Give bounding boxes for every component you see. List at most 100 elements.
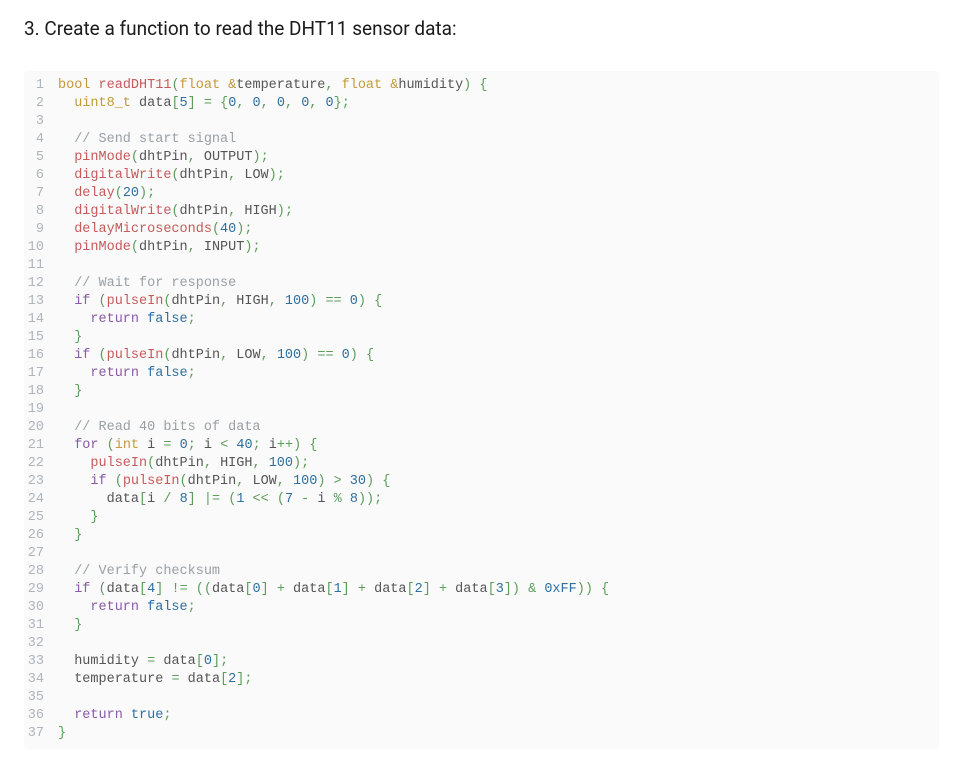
line-number: 21 — [24, 437, 58, 455]
line-number: 12 — [24, 275, 58, 293]
code-text: humidity = data[0]; — [58, 653, 939, 671]
line-number: 23 — [24, 473, 58, 491]
line-number: 34 — [24, 671, 58, 689]
line-number: 36 — [24, 707, 58, 725]
code-line: 2 uint8_t data[5] = {0, 0, 0, 0, 0}; — [24, 95, 939, 113]
line-number: 35 — [24, 689, 58, 707]
code-line: 36 return true; — [24, 707, 939, 725]
code-line: 33 humidity = data[0]; — [24, 653, 939, 671]
code-text — [58, 545, 939, 563]
line-number: 3 — [24, 113, 58, 131]
code-text: data[i / 8] |= (1 << (7 - i % 8)); — [58, 491, 939, 509]
code-line: 34 temperature = data[2]; — [24, 671, 939, 689]
code-line: 15 } — [24, 329, 939, 347]
line-number: 6 — [24, 167, 58, 185]
code-line: 10 pinMode(dhtPin, INPUT); — [24, 239, 939, 257]
line-number: 24 — [24, 491, 58, 509]
code-line: 29 if (data[4] != ((data[0] + data[1] + … — [24, 581, 939, 599]
code-text: for (int i = 0; i < 40; i++) { — [58, 437, 939, 455]
line-number: 30 — [24, 599, 58, 617]
line-number: 14 — [24, 311, 58, 329]
code-text: if (pulseIn(dhtPin, LOW, 100) == 0) { — [58, 347, 939, 365]
code-line: 22 pulseIn(dhtPin, HIGH, 100); — [24, 455, 939, 473]
code-text: return false; — [58, 599, 939, 617]
line-number: 20 — [24, 419, 58, 437]
code-line: 16 if (pulseIn(dhtPin, LOW, 100) == 0) { — [24, 347, 939, 365]
code-line: 26 } — [24, 527, 939, 545]
line-number: 25 — [24, 509, 58, 527]
code-line: 7 delay(20); — [24, 185, 939, 203]
code-line: 9 delayMicroseconds(40); — [24, 221, 939, 239]
line-number: 11 — [24, 257, 58, 275]
code-line: 21 for (int i = 0; i < 40; i++) { — [24, 437, 939, 455]
code-text: return false; — [58, 365, 939, 383]
code-text: if (pulseIn(dhtPin, LOW, 100) > 30) { — [58, 473, 939, 491]
line-number: 31 — [24, 617, 58, 635]
code-text: // Send start signal — [58, 131, 939, 149]
line-number: 32 — [24, 635, 58, 653]
line-number: 7 — [24, 185, 58, 203]
code-text: bool readDHT11(float &temperature, float… — [58, 77, 939, 95]
code-line: 27 — [24, 545, 939, 563]
code-line: 14 return false; — [24, 311, 939, 329]
code-line: 4 // Send start signal — [24, 131, 939, 149]
code-text: delay(20); — [58, 185, 939, 203]
code-text: pinMode(dhtPin, OUTPUT); — [58, 149, 939, 167]
code-text: return false; — [58, 311, 939, 329]
code-text: } — [58, 725, 939, 743]
line-number: 29 — [24, 581, 58, 599]
code-line: 5 pinMode(dhtPin, OUTPUT); — [24, 149, 939, 167]
code-line: 19 — [24, 401, 939, 419]
line-number: 10 — [24, 239, 58, 257]
line-number: 28 — [24, 563, 58, 581]
code-line: 12 // Wait for response — [24, 275, 939, 293]
code-text: if (pulseIn(dhtPin, HIGH, 100) == 0) { — [58, 293, 939, 311]
code-line: 24 data[i / 8] |= (1 << (7 - i % 8)); — [24, 491, 939, 509]
line-number: 18 — [24, 383, 58, 401]
line-number: 19 — [24, 401, 58, 419]
line-number: 17 — [24, 365, 58, 383]
code-line: 8 digitalWrite(dhtPin, HIGH); — [24, 203, 939, 221]
code-text — [58, 689, 939, 707]
code-text: // Read 40 bits of data — [58, 419, 939, 437]
code-text: pinMode(dhtPin, INPUT); — [58, 239, 939, 257]
code-line: 28 // Verify checksum — [24, 563, 939, 581]
code-line: 37} — [24, 725, 939, 743]
line-number: 13 — [24, 293, 58, 311]
code-text: } — [58, 509, 939, 527]
line-number: 16 — [24, 347, 58, 365]
line-number: 5 — [24, 149, 58, 167]
code-text: delayMicroseconds(40); — [58, 221, 939, 239]
code-line: 20 // Read 40 bits of data — [24, 419, 939, 437]
code-text: // Verify checksum — [58, 563, 939, 581]
code-line: 25 } — [24, 509, 939, 527]
code-block: 1bool readDHT11(float &temperature, floa… — [24, 71, 939, 749]
line-number: 8 — [24, 203, 58, 221]
code-line: 32 — [24, 635, 939, 653]
line-number: 33 — [24, 653, 58, 671]
line-number: 15 — [24, 329, 58, 347]
code-text: return true; — [58, 707, 939, 725]
code-text: if (data[4] != ((data[0] + data[1] + dat… — [58, 581, 939, 599]
line-number: 2 — [24, 95, 58, 113]
line-number: 26 — [24, 527, 58, 545]
code-text: digitalWrite(dhtPin, HIGH); — [58, 203, 939, 221]
code-line: 1bool readDHT11(float &temperature, floa… — [24, 77, 939, 95]
code-text: pulseIn(dhtPin, HIGH, 100); — [58, 455, 939, 473]
line-number: 9 — [24, 221, 58, 239]
code-line: 30 return false; — [24, 599, 939, 617]
line-number: 1 — [24, 77, 58, 95]
section-heading: 3. Create a function to read the DHT11 s… — [24, 16, 939, 43]
code-text: // Wait for response — [58, 275, 939, 293]
line-number: 22 — [24, 455, 58, 473]
line-number: 4 — [24, 131, 58, 149]
code-text — [58, 635, 939, 653]
code-text — [58, 113, 939, 131]
code-text: } — [58, 329, 939, 347]
code-text: } — [58, 527, 939, 545]
code-text: uint8_t data[5] = {0, 0, 0, 0, 0}; — [58, 95, 939, 113]
code-line: 6 digitalWrite(dhtPin, LOW); — [24, 167, 939, 185]
code-text: } — [58, 383, 939, 401]
code-text: temperature = data[2]; — [58, 671, 939, 689]
code-line: 35 — [24, 689, 939, 707]
